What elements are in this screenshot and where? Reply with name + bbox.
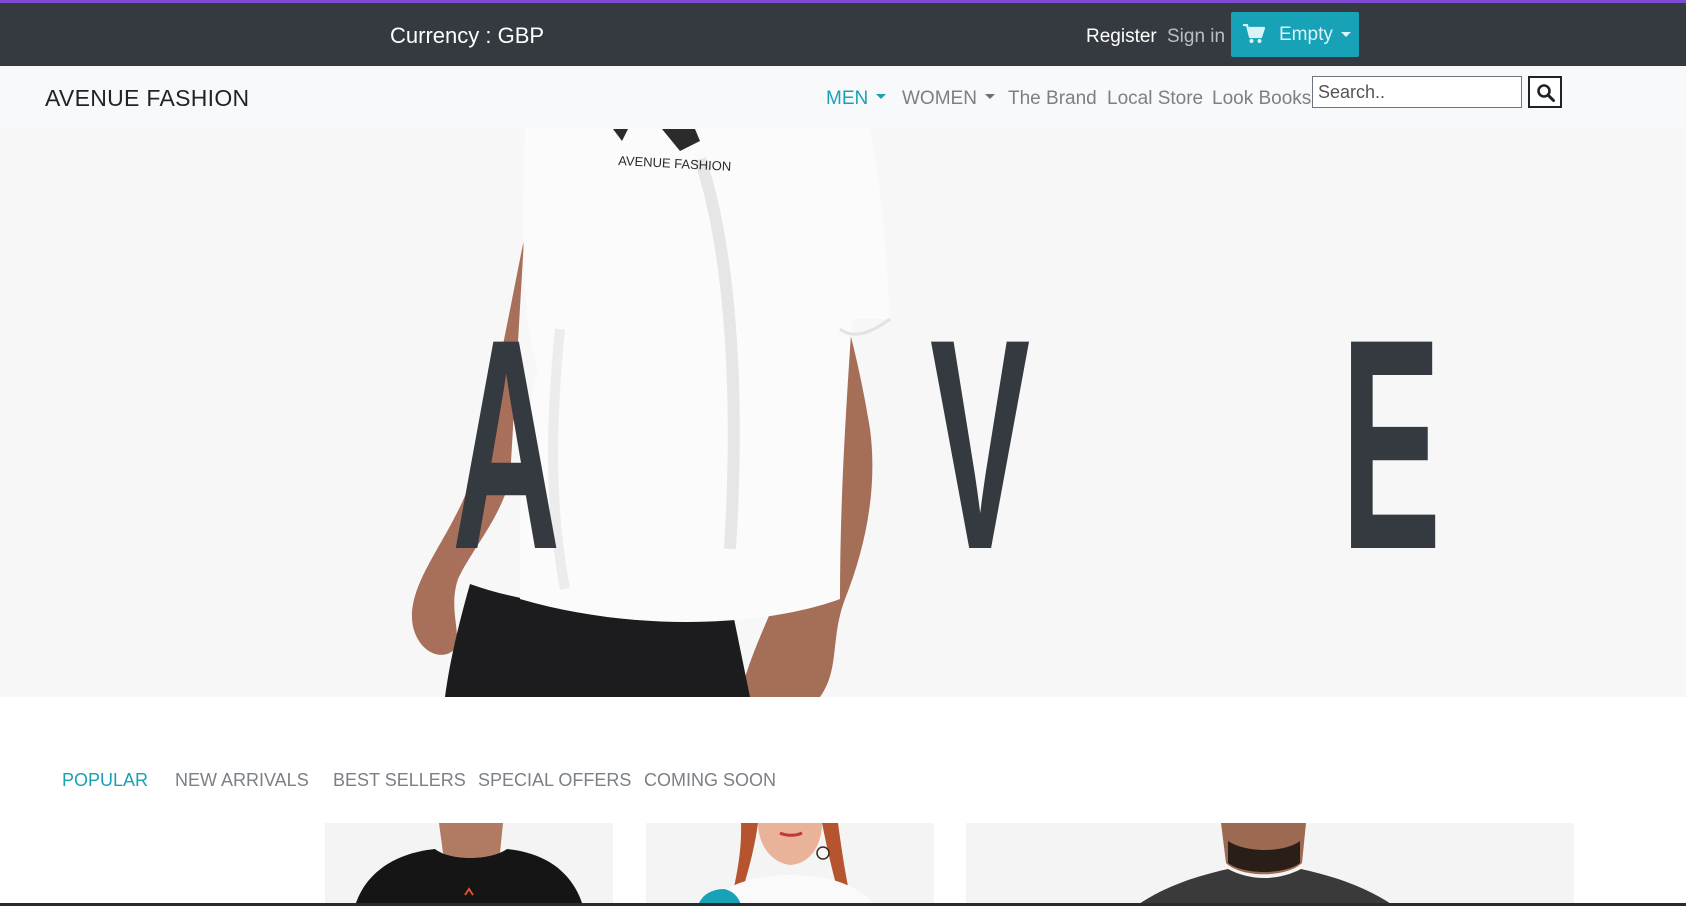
hero-letter-e: E xyxy=(1341,276,1442,612)
signin-link[interactable]: Sign in xyxy=(1167,26,1225,48)
nav-item-men[interactable]: MEN xyxy=(826,88,887,110)
search-icon xyxy=(1537,84,1555,102)
hero-banner: AVENUE FASHION A V E xyxy=(0,129,1686,697)
hero-letter-v: V xyxy=(930,276,1031,612)
tab-new-arrivals[interactable]: NEW ARRIVALS xyxy=(175,770,309,791)
cart-dropdown-button[interactable]: Empty xyxy=(1231,12,1359,57)
hero-letter-a: A xyxy=(452,276,561,612)
product-image xyxy=(1136,823,1394,906)
register-link[interactable]: Register xyxy=(1086,26,1157,48)
product-image xyxy=(355,823,583,906)
top-bar: Currency : GBP Register Sign in Empty xyxy=(0,0,1686,66)
chevron-down-icon xyxy=(1341,32,1351,37)
nav-item-label: MEN xyxy=(826,88,869,109)
tab-best-sellers[interactable]: BEST SELLERS xyxy=(333,770,466,791)
brand-logo[interactable]: AVENUE FASHION xyxy=(45,85,249,112)
currency-selector[interactable]: Currency : GBP xyxy=(390,23,544,49)
product-card[interactable] xyxy=(646,823,934,906)
product-card[interactable] xyxy=(325,823,613,906)
tab-popular[interactable]: POPULAR xyxy=(62,770,148,791)
search-input[interactable] xyxy=(1312,76,1522,108)
main-navbar: AVENUE FASHION MEN WOMEN The Brand Local… xyxy=(0,66,1686,129)
cart-status-label: Empty xyxy=(1279,24,1333,45)
shopping-cart-icon xyxy=(1243,23,1266,44)
nav-item-the-brand[interactable]: The Brand xyxy=(1008,88,1097,110)
product-image xyxy=(698,823,876,906)
chevron-down-icon xyxy=(984,94,995,100)
search-button[interactable] xyxy=(1528,76,1562,108)
chevron-down-icon xyxy=(876,94,887,100)
nav-item-women[interactable]: WOMEN xyxy=(902,88,995,110)
tab-special-offers[interactable]: SPECIAL OFFERS xyxy=(478,770,631,791)
nav-item-local-store[interactable]: Local Store xyxy=(1107,88,1203,110)
nav-item-label: WOMEN xyxy=(902,88,977,109)
tab-coming-soon[interactable]: COMING SOON xyxy=(644,770,776,791)
product-card[interactable] xyxy=(966,823,1574,906)
product-tabs: POPULAR NEW ARRIVALS BEST SELLERS SPECIA… xyxy=(0,766,1686,800)
nav-item-look-books[interactable]: Look Books xyxy=(1212,88,1311,110)
